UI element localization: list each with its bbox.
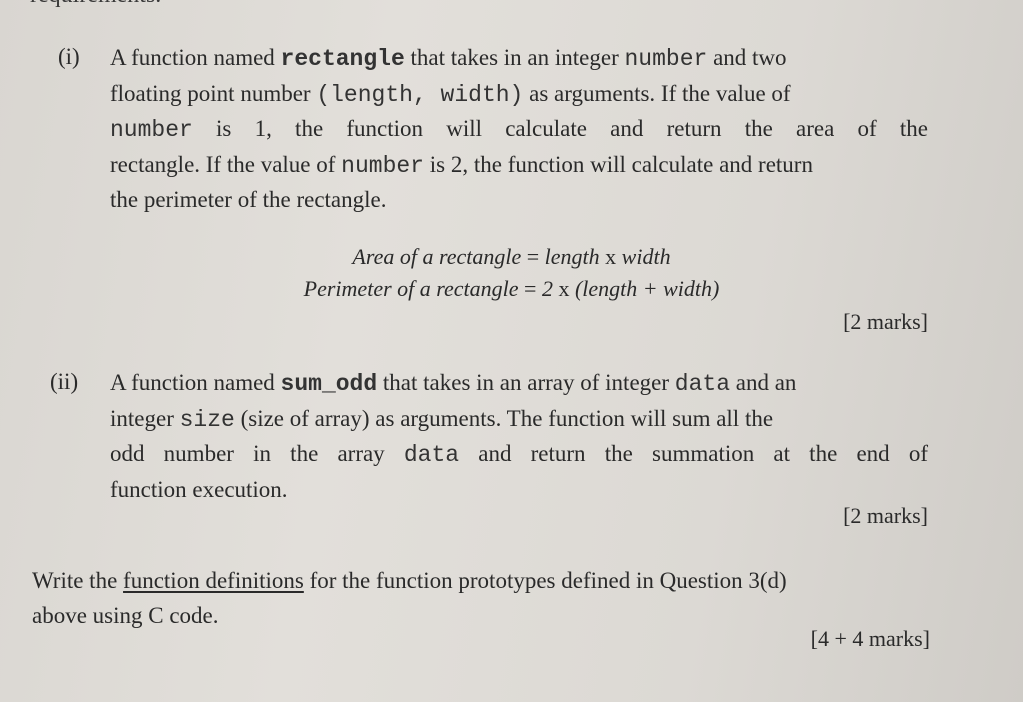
part-i-marks: [2 marks] (843, 309, 928, 334)
var-number: number (341, 152, 424, 179)
part-ii-line-3: odd number in the array data and return … (110, 441, 928, 468)
args-length-width: (length, width) (316, 81, 524, 108)
part-ii-line-4: function execution. (110, 476, 288, 502)
function-name-rectangle: rectangle (280, 46, 405, 72)
part-i-line-3: number is 1, the function will calculate… (110, 116, 928, 143)
formula-area: Area of a rectangle = length x width (352, 244, 671, 269)
part-ii-line-2: integer size (size of array) as argument… (110, 405, 774, 433)
part-ii-line-1: A function named sum_odd that takes in a… (110, 370, 797, 397)
part-i-label: (i) (58, 44, 80, 69)
var-number: number (624, 46, 708, 72)
instruction-marks: [4 + 4 marks] (810, 626, 930, 651)
part-i-line-4: rectangle. If the value of number is 2, … (110, 151, 813, 179)
part-i-line-2: floating point number (length, width) as… (110, 80, 791, 108)
var-data: data (403, 442, 460, 468)
previous-text-fragment: requirements. (30, 0, 161, 9)
function-name-sum-odd: sum_odd (280, 371, 378, 397)
part-ii-description: A function named sum_odd that takes in a… (110, 366, 928, 507)
part-ii-marks: [2 marks] (843, 503, 928, 528)
var-number: number (110, 117, 193, 143)
part-i-line-1: A function named rectangle that takes in… (110, 45, 787, 72)
var-size: size (179, 406, 235, 433)
formula-perimeter: Perimeter of a rectangle = 2 x (length +… (303, 276, 720, 301)
underlined-function-definitions: function definitions (123, 568, 304, 593)
var-data: data (674, 371, 730, 397)
part-i-line-5: the perimeter of the rectangle. (110, 187, 387, 212)
instruction: Write the function definitions for the f… (32, 564, 952, 633)
part-i-description: A function named rectangle that takes in… (110, 41, 928, 218)
part-ii-label: (ii) (50, 369, 79, 394)
instruction-line-1: Write the function definitions for the f… (32, 568, 787, 593)
